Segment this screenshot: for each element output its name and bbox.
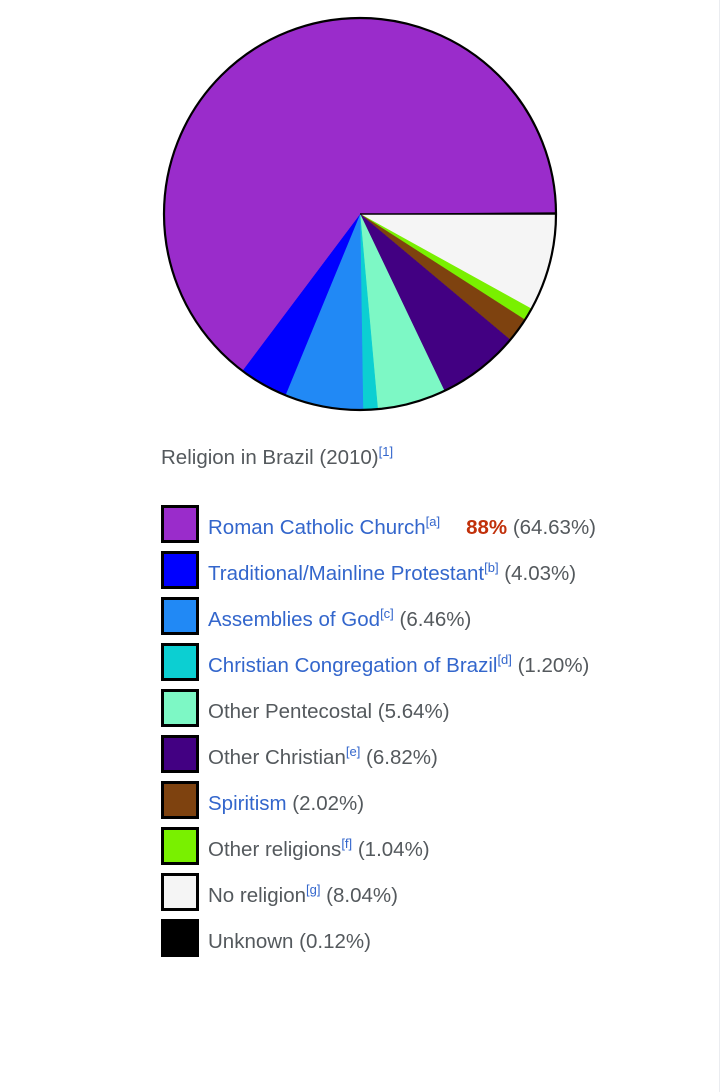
chart-caption: Religion in Brazil (2010)[1]	[161, 443, 681, 474]
caption-reference-link[interactable]: [1]	[379, 444, 393, 459]
pie-chart[interactable]	[160, 14, 560, 414]
legend-item-label[interactable]: Assemblies of God	[208, 608, 380, 631]
legend-item[interactable]: Christian Congregation of Brazil[d] (1.2…	[161, 643, 706, 689]
legend-color-swatch	[161, 643, 199, 681]
pie-chart-svg[interactable]	[160, 14, 560, 414]
chart-legend: Roman Catholic Church[a] 88% (64.63%) Trad…	[161, 505, 706, 965]
legend-item-percent: (2.02%)	[286, 792, 365, 815]
legend-item-footnote-link[interactable]: [e]	[346, 744, 360, 759]
caption-text: Religion in Brazil (2010)	[161, 446, 379, 469]
legend-item-label: Other Pentecostal	[208, 700, 373, 723]
legend-item[interactable]: Other Christian[e] (6.82%)	[161, 735, 706, 781]
legend-color-swatch	[161, 505, 199, 543]
legend-item-percent: (5.64%)	[372, 700, 450, 723]
legend-item-percent: (1.20%)	[511, 654, 590, 677]
legend-item-footnote-link[interactable]: [g]	[306, 882, 320, 897]
legend-item-percent: (1.04%)	[352, 838, 430, 861]
legend-item[interactable]: Other religions[f] (1.04%)	[161, 827, 706, 873]
legend-item[interactable]: Other Pentecostal (5.64%)	[161, 689, 706, 735]
legend-color-swatch	[161, 827, 199, 865]
legend-item-label: No religion	[208, 884, 306, 907]
legend-item-label[interactable]: Roman Catholic Church	[208, 516, 426, 539]
catholic-share-annotation: 88%	[466, 516, 508, 539]
legend-color-swatch	[161, 735, 199, 773]
legend-item[interactable]: Unknown (0.12%)	[161, 919, 706, 965]
legend-item-label[interactable]: Traditional/Mainline Protestant	[208, 562, 484, 585]
legend-item-label[interactable]: Spiritism	[208, 792, 287, 815]
legend-color-swatch	[161, 781, 199, 819]
legend-item-footnote-link[interactable]: [f]	[341, 836, 352, 851]
legend-item[interactable]: Spiritism (2.02%)	[161, 781, 706, 827]
legend-item-label: Other Christian	[208, 746, 346, 769]
legend-item-label[interactable]: Christian Congregation of Brazil	[208, 654, 497, 677]
legend-color-swatch	[161, 551, 199, 589]
legend-item-percent: (4.03%)	[498, 562, 577, 585]
legend-color-swatch	[161, 919, 199, 957]
legend-item-footnote-link[interactable]: [c]	[380, 606, 394, 621]
legend-color-swatch	[161, 689, 199, 727]
legend-item-percent: (0.12%)	[293, 930, 371, 953]
legend-item-label: Other religions	[208, 838, 342, 861]
legend-item-percent: (6.82%)	[360, 746, 438, 769]
legend-item[interactable]: Roman Catholic Church[a] 88% (64.63%)	[161, 505, 706, 551]
legend-item-percent: (8.04%)	[320, 884, 398, 907]
legend-item[interactable]: Traditional/Mainline Protestant[b] (4.03…	[161, 551, 706, 597]
legend-item-footnote-link[interactable]: [a]	[426, 514, 440, 529]
legend-item-label: Unknown	[208, 930, 294, 953]
legend-item[interactable]: Assemblies of God[c] (6.46%)	[161, 597, 706, 643]
page-root: Religion in Brazil (2010)[1] Roman Catho…	[0, 0, 720, 1092]
legend-color-swatch	[161, 597, 199, 635]
legend-item-footnote-link[interactable]: [d]	[497, 652, 511, 667]
legend-item-footnote-link[interactable]: [b]	[484, 560, 498, 575]
legend-item-percent: (64.63%)	[507, 516, 597, 539]
legend-item-percent: (6.46%)	[393, 608, 472, 631]
legend-item[interactable]: No religion[g] (8.04%)	[161, 873, 706, 919]
legend-color-swatch	[161, 873, 199, 911]
